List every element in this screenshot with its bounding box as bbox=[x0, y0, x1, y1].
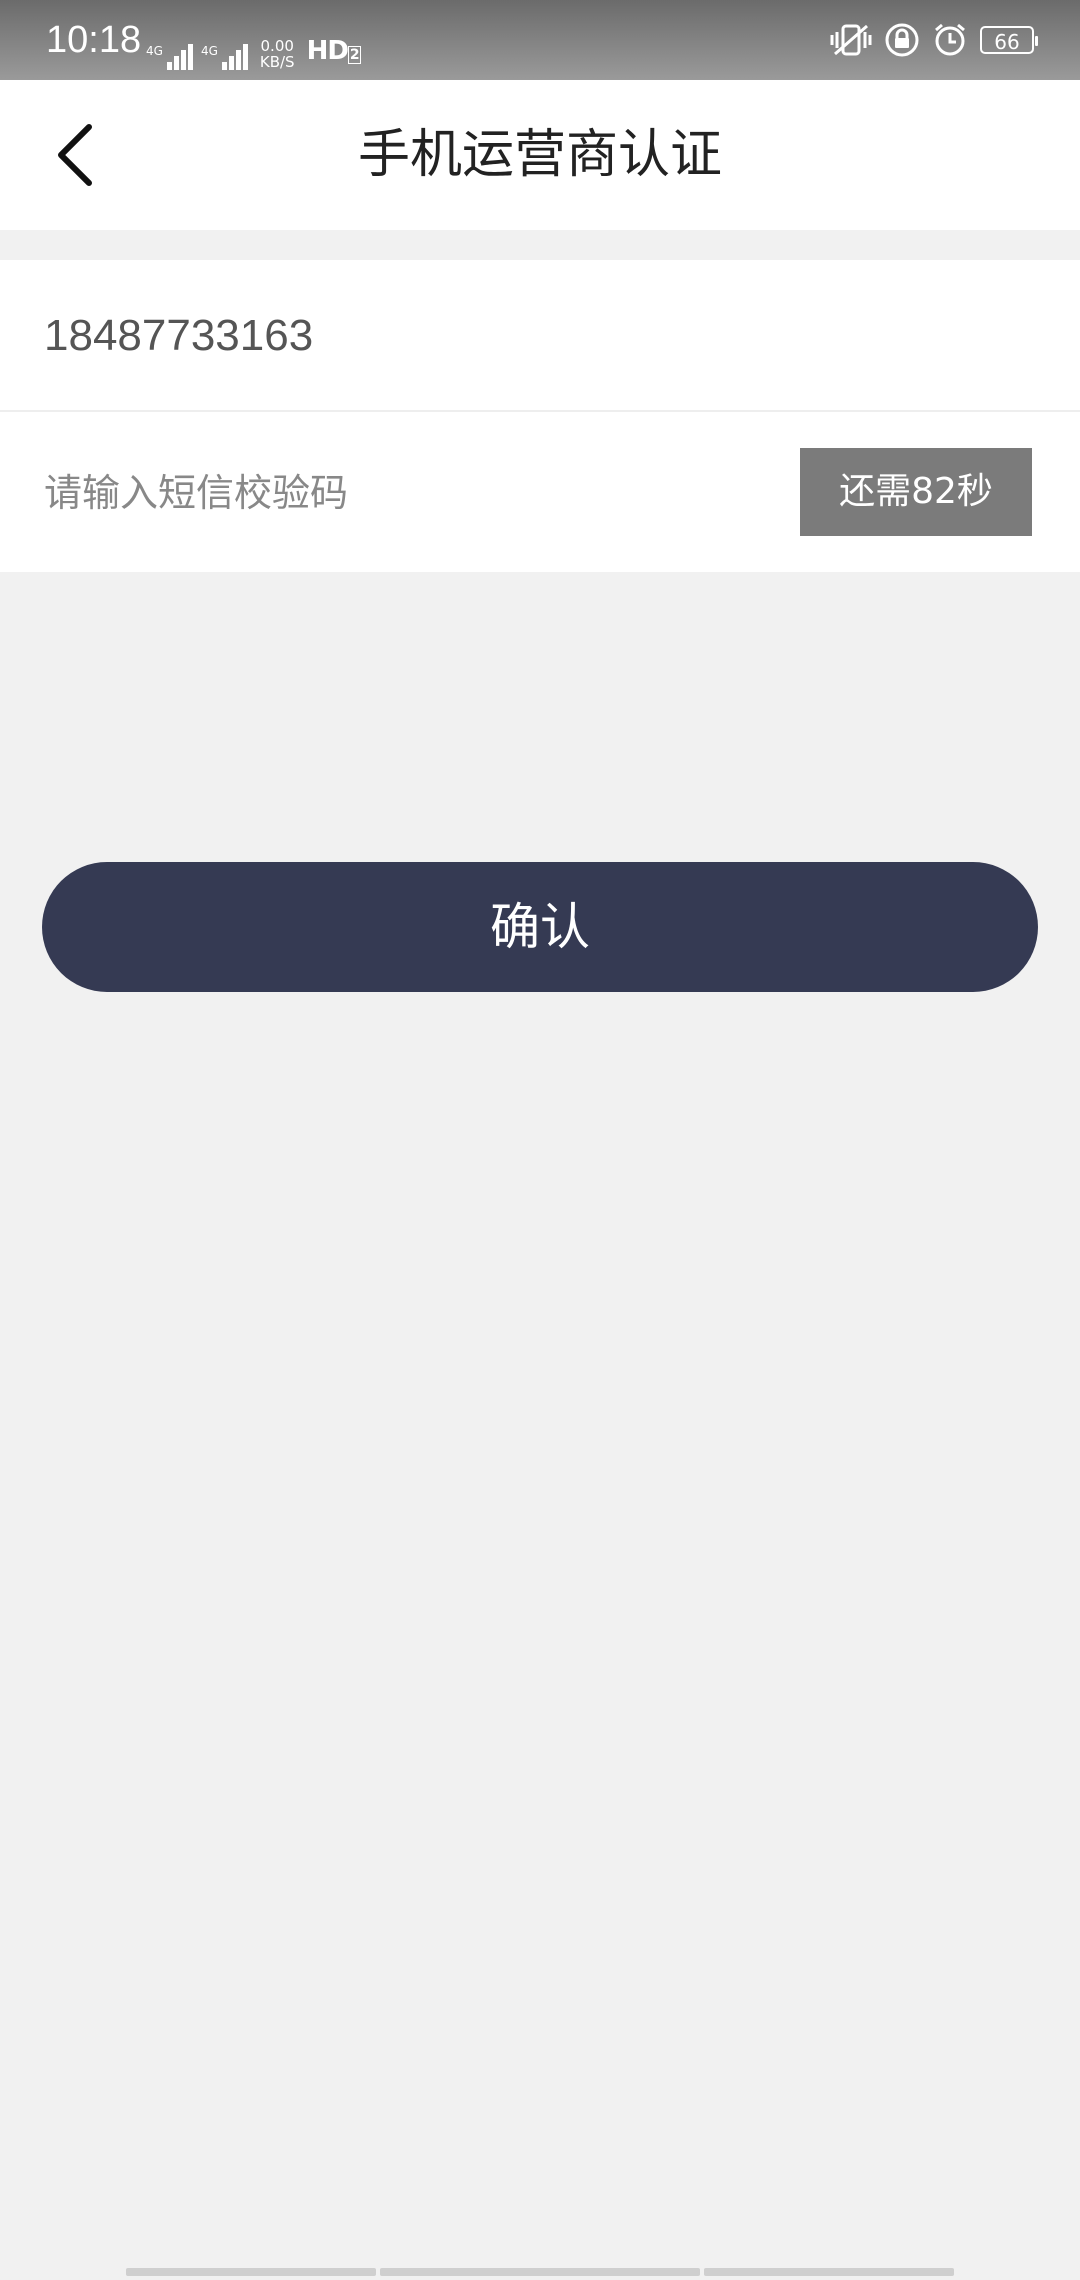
status-left-icons: 4G 4G 0.00 KB/S HD 2 bbox=[146, 26, 361, 70]
alarm-icon bbox=[935, 23, 965, 56]
resend-countdown-button[interactable]: 还需82秒 bbox=[800, 448, 1032, 536]
nav-hint-center bbox=[380, 2268, 700, 2276]
hd-voice-icon: HD 2 bbox=[307, 36, 361, 70]
phone-row: 18487733163 bbox=[0, 260, 1080, 412]
status-bar: 10:18 4G 4G 0.00 KB/S HD 2 66 bbox=[0, 0, 1080, 80]
back-button[interactable] bbox=[30, 110, 120, 200]
hd-label: HD bbox=[306, 36, 349, 66]
phone-number: 18487733163 bbox=[44, 311, 314, 360]
chevron-left-icon bbox=[58, 124, 92, 186]
network-speed: 0.00 KB/S bbox=[260, 38, 295, 70]
signal-2-icon: 4G bbox=[201, 44, 248, 70]
header: 手机运营商认证 bbox=[0, 80, 1080, 230]
network-speed-value: 0.00 bbox=[260, 37, 294, 55]
battery-icon: 66 bbox=[980, 26, 1038, 54]
status-time: 10:18 bbox=[46, 19, 142, 61]
vibrate-icon bbox=[830, 24, 872, 56]
page-title: 手机运营商认证 bbox=[357, 125, 722, 185]
signal-1-label: 4G bbox=[146, 44, 163, 58]
status-right-icons: 66 bbox=[830, 20, 1038, 60]
sms-code-input[interactable] bbox=[44, 448, 744, 538]
signal-2-label: 4G bbox=[200, 44, 218, 58]
rotation-lock-icon bbox=[885, 23, 919, 57]
network-speed-unit: KB/S bbox=[259, 53, 295, 71]
nav-hint-left bbox=[126, 2268, 376, 2276]
sms-code-row: 还需82秒 bbox=[0, 412, 1080, 572]
confirm-button[interactable]: 确认 bbox=[42, 862, 1038, 992]
signal-1-icon: 4G bbox=[146, 44, 193, 70]
nav-hint-right bbox=[704, 2268, 954, 2276]
hd-sub: 2 bbox=[347, 46, 361, 64]
verification-form: 18487733163 还需82秒 bbox=[0, 260, 1080, 572]
